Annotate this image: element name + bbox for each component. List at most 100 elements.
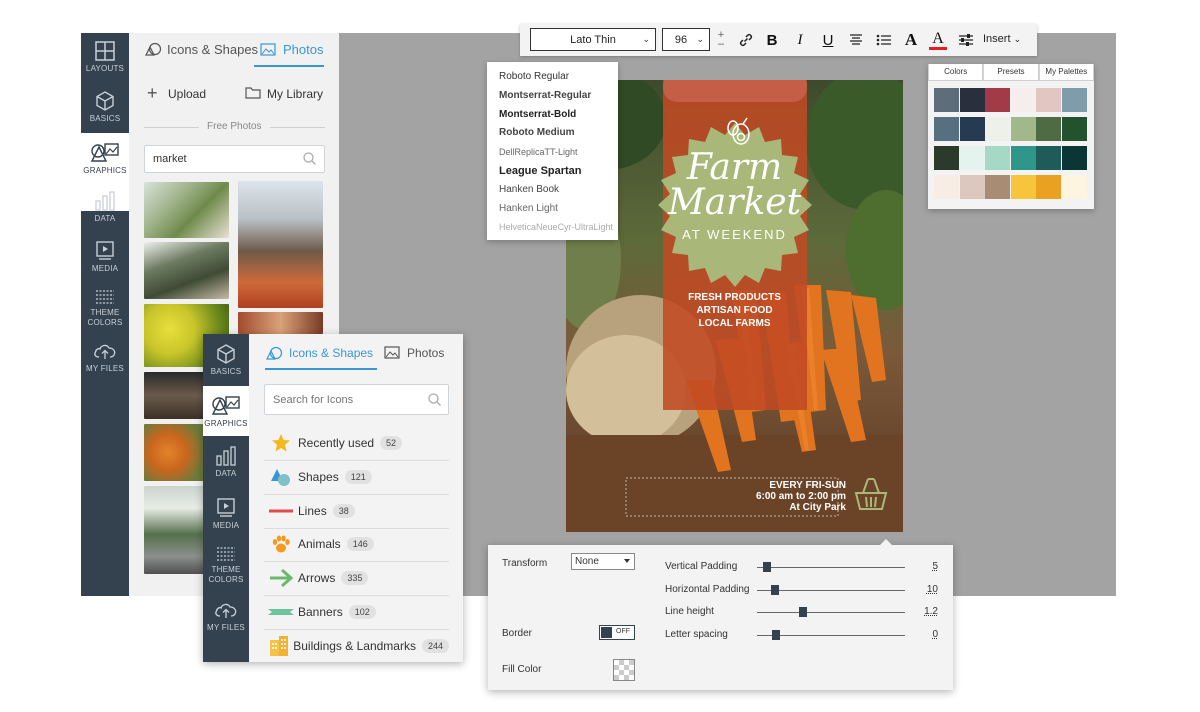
size-stepper[interactable]: + – [712,28,730,52]
palette-tab-colors[interactable]: Colors [928,64,984,81]
color-swatch[interactable] [985,175,1010,199]
color-swatch[interactable] [1061,146,1087,170]
rail-item-my-files[interactable]: MY FILES [203,600,249,644]
color-swatch[interactable] [934,175,959,199]
font-option[interactable]: DellReplicaTT-Light [487,143,618,162]
tab-photos[interactable]: Photos [407,346,444,360]
font-option[interactable]: Montserrat-Regular [487,87,618,106]
search-icon[interactable] [303,152,316,170]
bold-button[interactable]: B [760,28,784,52]
color-swatch[interactable] [985,117,1010,141]
font-color-button[interactable]: A [926,28,950,52]
tab-icons-shapes[interactable]: Icons & Shapes [289,346,373,360]
color-swatch[interactable] [985,88,1010,112]
font-family-select[interactable]: Lato Thin ⌄ [530,28,656,51]
fill-color-swatch[interactable] [613,659,635,681]
toggle-state: OFF [616,628,630,635]
align-button[interactable] [844,28,868,52]
slider-value[interactable]: 5 [914,561,938,572]
font-option[interactable]: Hanken Book [487,181,618,200]
category-recently-used[interactable]: Recently used 52 [264,427,449,461]
color-swatch[interactable] [1061,175,1087,199]
rail-item-theme-colors[interactable]: THEME COLORS [203,546,249,594]
color-swatch[interactable] [985,146,1010,170]
slider-track[interactable] [757,589,905,591]
photo-thumbnail[interactable] [144,424,204,481]
text-style-button[interactable]: A [899,28,923,52]
slider-value[interactable]: 0 [914,629,938,640]
insert-menu-button[interactable]: Insert ⌄ [983,33,1021,45]
color-swatch[interactable] [1010,88,1036,112]
transform-select[interactable]: None [571,553,635,570]
slider-value[interactable]: 1.2 [914,606,938,617]
rail-item-my-files[interactable]: MY FILES [81,341,129,385]
category-buildings[interactable]: Buildings & Landmarks 244 [264,629,449,663]
text-settings-button[interactable] [954,28,978,52]
color-swatch[interactable] [959,175,985,199]
rail-item-data[interactable]: DATA [203,446,249,490]
tab-photos[interactable]: Photos [283,42,323,57]
slider-handle[interactable] [772,629,781,640]
slider-handle[interactable] [798,607,807,617]
rail-item-basics[interactable]: BASICS [203,344,249,388]
underline-button[interactable]: U [816,28,840,52]
rail-item-basics[interactable]: BASICS [81,91,129,135]
category-shapes[interactable]: Shapes 121 [264,461,449,495]
color-swatch[interactable] [934,117,959,141]
font-option[interactable]: Montserrat-Bold [487,106,618,125]
upload-button[interactable]: Upload [168,87,206,101]
font-option[interactable]: Roboto Regular [487,68,618,87]
color-swatch[interactable] [1010,117,1036,141]
photo-thumbnail[interactable] [144,486,204,574]
category-lines[interactable]: Lines 38 [264,495,449,529]
photo-thumbnail[interactable] [238,312,323,334]
slider-handle[interactable] [763,562,772,572]
color-swatch[interactable] [1061,117,1087,141]
my-library-button[interactable]: My Library [267,87,323,101]
rail-item-media[interactable]: MEDIA [81,241,129,285]
color-swatch[interactable] [1036,88,1061,112]
color-swatch[interactable] [959,146,985,170]
color-swatch[interactable] [1010,146,1036,170]
rail-item-media[interactable]: MEDIA [203,498,249,542]
category-banners[interactable]: Banners 102 [264,596,449,630]
link-button[interactable] [734,28,758,52]
category-arrows[interactable]: Arrows 335 [264,562,449,596]
color-swatch[interactable] [959,88,985,112]
font-size-select[interactable]: 96 ⌄ [662,28,710,51]
rail-item-layouts[interactable]: LAYOUTS [81,41,129,85]
color-swatch[interactable] [1036,146,1061,170]
search-icon[interactable] [428,393,441,411]
photo-thumbnail[interactable] [238,181,323,308]
color-swatch[interactable] [959,117,985,141]
italic-button[interactable]: I [788,28,812,52]
list-button[interactable] [872,28,896,52]
color-swatch[interactable] [934,146,959,170]
rail-item-graphics[interactable]: GRAPHICS [203,386,249,436]
photo-thumbnail[interactable] [144,182,229,238]
palette-tab-presets[interactable]: Presets [983,64,1039,81]
icon-search-input[interactable] [264,384,449,415]
font-option[interactable]: League Spartan [487,162,618,181]
rail-item-data[interactable]: DATA [81,191,129,235]
photo-thumbnail[interactable] [144,242,229,299]
color-swatch[interactable] [1036,175,1061,199]
color-swatch[interactable] [1010,175,1036,199]
color-swatch[interactable] [1061,88,1087,112]
color-swatch[interactable] [934,88,959,112]
tab-icons-shapes[interactable]: Icons & Shapes [167,42,258,57]
slider-track[interactable] [757,567,905,568]
font-option[interactable]: Roboto Medium [487,124,618,143]
photo-search-input[interactable]: market [144,145,325,173]
slider-value[interactable]: 10 [914,584,938,595]
font-option[interactable]: Hanken Light [487,200,618,219]
font-option[interactable]: HelveticaNeueCyr-UltraLight [487,218,618,237]
rail-item-theme-colors[interactable]: THEME COLORS [81,289,129,337]
category-animals[interactable]: Animals 146 [264,528,449,562]
border-toggle[interactable]: OFF [599,625,635,640]
color-swatch[interactable] [1036,117,1061,141]
photo-thumbnail[interactable] [144,372,204,419]
palette-tab-my-palettes[interactable]: My Palettes [1038,64,1094,81]
slider-handle[interactable] [770,584,779,595]
slider-track[interactable] [757,612,905,613]
